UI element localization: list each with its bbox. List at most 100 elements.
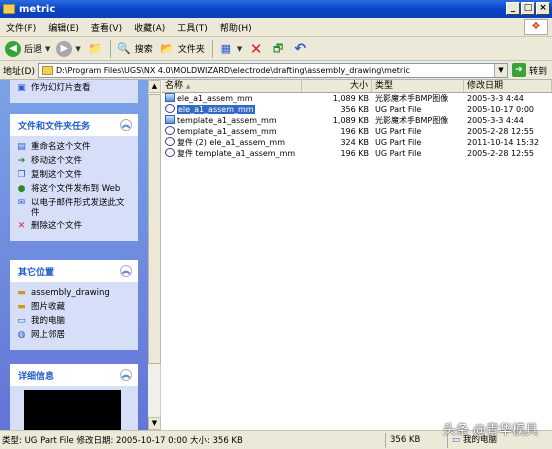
menu-help[interactable]: 帮助(H) — [214, 21, 258, 34]
file-row[interactable]: 复件 (2) ele_a1_assem_mm 324 KB UG Part Fi… — [162, 137, 552, 148]
maximize-button[interactable]: □ — [521, 2, 535, 15]
ug-part-icon — [165, 137, 175, 146]
menu-edit[interactable]: 编辑(E) — [42, 21, 85, 34]
file-date: 2011-10-14 15:32 — [467, 138, 540, 147]
delete-file-link[interactable]: ✕ 删除这个文件 — [16, 221, 132, 232]
pictures-folder-icon: ▬ — [17, 302, 26, 312]
address-label: 地址(D) — [3, 66, 35, 77]
view-tasks-panel: ▣ 作为幻灯片查看 — [10, 80, 138, 103]
file-size: 1,089 KB — [332, 94, 369, 103]
task-pane: ▣ 作为幻灯片查看 文件和文件夹任务 ︽ ▤ 重命名这个文件 ➔ 移动这个文件 … — [0, 80, 148, 430]
slideshow-icon: ▣ — [17, 83, 26, 93]
move-icon: ➔ — [17, 156, 26, 166]
column-name[interactable]: 名称 ▲ — [162, 80, 302, 92]
chevron-down-icon[interactable]: ▼ — [45, 45, 50, 53]
address-input[interactable]: D:\Program Files\UGS\NX 4.0\MOLDWIZARD\e… — [37, 62, 508, 78]
back-button[interactable]: ◀ 后退 ▼ — [3, 38, 52, 60]
folder-icon: ▬ — [17, 288, 26, 298]
file-tasks-header[interactable]: 文件和文件夹任务 ︽ — [10, 114, 138, 136]
copy-icon: ❐ — [17, 170, 26, 180]
scroll-thumb[interactable] — [148, 94, 161, 364]
scroll-up-button[interactable]: ▲ — [148, 80, 161, 93]
slideshow-link[interactable]: ▣ 作为幻灯片查看 — [16, 83, 132, 94]
globe-icon: ● — [17, 184, 26, 194]
file-preview — [24, 390, 121, 430]
undo-button[interactable]: ↶ — [290, 38, 310, 60]
forward-button[interactable]: ▶ ▼ — [54, 38, 82, 60]
file-row[interactable]: template_a1_assem_mm 1,089 KB 光影魔术手BMP图像… — [162, 115, 552, 126]
minimize-button[interactable]: _ — [506, 2, 520, 15]
file-date: 2005-2-28 12:55 — [467, 149, 534, 158]
file-date: 2005-10-17 0:00 — [467, 105, 534, 114]
search-button[interactable]: 🔍 搜索 — [114, 38, 155, 60]
search-label: 搜索 — [134, 45, 153, 55]
place-network[interactable]: ◍ 网上邻居 — [16, 330, 132, 341]
column-size[interactable]: 大小 — [302, 80, 372, 92]
chevron-down-icon[interactable]: ▼ — [493, 63, 507, 77]
file-row[interactable]: ele_a1_assem_mm 1,089 KB 光影魔术手BMP图像 2005… — [162, 93, 552, 104]
other-places-header[interactable]: 其它位置 ︽ — [10, 260, 138, 282]
details-header[interactable]: 详细信息 ︽ — [10, 364, 138, 386]
rename-file-link[interactable]: ▤ 重命名这个文件 — [16, 142, 132, 153]
email-file-link[interactable]: ✉ 以电子邮件形式发送此文件 — [16, 198, 132, 218]
place-my-computer[interactable]: ▭ 我的电脑 — [16, 316, 132, 327]
folders-icon: 📂 — [159, 41, 174, 55]
file-date: 2005-3-3 4:44 — [467, 94, 524, 103]
file-size: 356 KB — [340, 105, 369, 114]
folder-icon — [3, 4, 15, 14]
file-type: 光影魔术手BMP图像 — [375, 116, 449, 125]
folders-button[interactable]: 📂 文件夹 — [157, 38, 207, 60]
chevron-down-icon[interactable]: ▼ — [75, 45, 80, 53]
collapse-icon[interactable]: ︽ — [120, 119, 132, 131]
folder-icon — [41, 65, 53, 75]
status-size: 356 KB — [385, 432, 447, 448]
ug-part-icon — [165, 104, 175, 113]
go-button[interactable]: ➜ 转到 — [511, 63, 547, 77]
publish-web-link[interactable]: ● 将这个文件发布到 Web — [16, 184, 132, 195]
column-date[interactable]: 修改日期 — [464, 80, 552, 92]
window-title: metric — [19, 3, 56, 15]
file-row[interactable]: template_a1_assem_mm 196 KB UG Part File… — [162, 126, 552, 137]
undo-icon: ↶ — [294, 40, 307, 57]
delete-button[interactable]: ✕ — [246, 38, 266, 60]
title-bar: metric _ □ × — [0, 0, 552, 18]
up-folder-button[interactable]: 📁 — [85, 38, 105, 60]
move-file-link[interactable]: ➔ 移动这个文件 — [16, 156, 132, 167]
menu-bar: 文件(F) 编辑(E) 查看(V) 收藏(A) 工具(T) 帮助(H) ❖ — [0, 18, 552, 37]
other-places-panel: 其它位置 ︽ ▬ assembly_drawing ▬ 图片收藏 ▭ 我的电脑 … — [10, 260, 138, 350]
column-type[interactable]: 类型 — [372, 80, 464, 92]
file-row-selected[interactable]: ele_a1_assem_mm 356 KB UG Part File 2005… — [162, 104, 552, 115]
folders-label: 文件夹 — [177, 45, 205, 55]
sort-up-icon: ▲ — [185, 83, 191, 90]
ug-part-icon — [165, 148, 175, 157]
collapse-icon[interactable]: ︽ — [120, 369, 132, 381]
network-icon: ◍ — [17, 330, 26, 340]
file-size: 196 KB — [340, 149, 369, 158]
file-size: 1,089 KB — [332, 116, 369, 125]
toolbar-divider — [109, 39, 111, 58]
menu-file[interactable]: 文件(F) — [0, 21, 42, 34]
column-headers: 名称 ▲ 大小 类型 修改日期 — [162, 80, 552, 93]
copy-file-link[interactable]: ❐ 复制这个文件 — [16, 170, 132, 181]
back-arrow-icon: ◀ — [5, 40, 21, 57]
place-my-pictures[interactable]: ▬ 图片收藏 — [16, 302, 132, 313]
chevron-down-icon[interactable]: ▼ — [237, 45, 242, 53]
file-size: 196 KB — [340, 127, 369, 136]
rename-icon: ▤ — [17, 142, 26, 152]
address-path: D:\Program Files\UGS\NX 4.0\MOLDWIZARD\e… — [55, 65, 410, 75]
file-type: UG Part File — [375, 149, 422, 158]
windows-logo-icon: ❖ — [524, 19, 548, 35]
file-type: UG Part File — [375, 105, 422, 114]
menu-view[interactable]: 查看(V) — [85, 21, 128, 34]
views-button[interactable]: ▦ ▼ — [216, 38, 244, 60]
scrollbar[interactable]: ▲ ▼ — [148, 80, 161, 430]
properties-button[interactable]: 🗗 — [268, 38, 288, 60]
file-row[interactable]: 复件 template_a1_assem_mm 196 KB UG Part F… — [162, 148, 552, 159]
place-assembly-drawing[interactable]: ▬ assembly_drawing — [16, 288, 132, 299]
scroll-down-button[interactable]: ▼ — [148, 417, 161, 430]
close-button[interactable]: × — [536, 2, 550, 15]
menu-tools[interactable]: 工具(T) — [171, 21, 214, 34]
back-label: 后退 — [24, 45, 43, 55]
collapse-icon[interactable]: ︽ — [120, 265, 132, 277]
menu-favorites[interactable]: 收藏(A) — [128, 21, 171, 34]
